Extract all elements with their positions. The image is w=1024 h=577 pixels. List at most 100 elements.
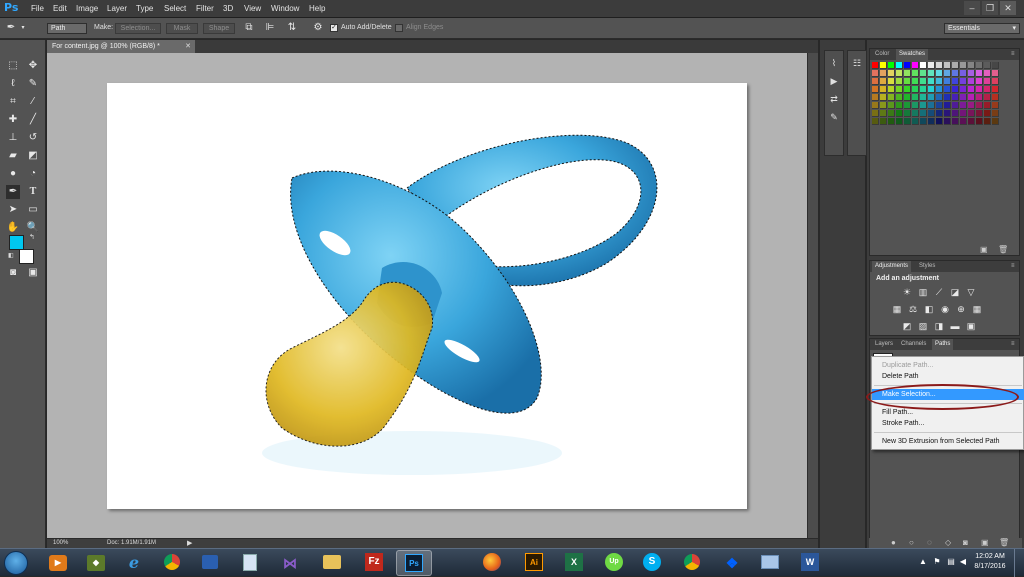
channel-mixer-icon[interactable]: ⊕ bbox=[956, 304, 966, 314]
black-white-icon[interactable]: ◧ bbox=[924, 304, 934, 314]
workspace-select[interactable]: Essentials ▾ bbox=[944, 23, 1020, 34]
swatch[interactable] bbox=[992, 78, 999, 85]
menu-view[interactable]: View bbox=[244, 4, 261, 13]
swatch[interactable] bbox=[984, 70, 991, 77]
close-icon[interactable]: ✕ bbox=[1000, 1, 1016, 15]
move-icon[interactable]: ✥ bbox=[26, 59, 40, 73]
dodge-icon[interactable]: ◔ bbox=[26, 167, 40, 181]
swatch[interactable] bbox=[976, 110, 983, 117]
swatch[interactable] bbox=[896, 102, 903, 109]
menu-image[interactable]: Image bbox=[76, 4, 98, 13]
swatch[interactable] bbox=[896, 62, 903, 69]
quick-select-icon[interactable]: ✎ bbox=[26, 77, 40, 91]
swatch[interactable] bbox=[960, 102, 967, 109]
media-player-icon[interactable]: ▶ bbox=[40, 550, 76, 576]
path-operations-icon[interactable]: ⧉ bbox=[243, 22, 255, 34]
swatch[interactable] bbox=[888, 62, 895, 69]
make-mask-button[interactable]: Mask bbox=[166, 23, 198, 34]
swatch[interactable] bbox=[896, 70, 903, 77]
swatch[interactable] bbox=[944, 110, 951, 117]
internet-explorer-icon[interactable]: e bbox=[116, 550, 152, 576]
brush-icon[interactable]: ╱ bbox=[26, 113, 40, 127]
swatch[interactable] bbox=[896, 78, 903, 85]
menu-window[interactable]: Window bbox=[271, 4, 299, 13]
sim-game-icon[interactable]: ◆ bbox=[78, 550, 114, 576]
swatch[interactable] bbox=[968, 62, 975, 69]
color-balance-icon[interactable]: ⚖ bbox=[908, 304, 918, 314]
menu-type[interactable]: Type bbox=[136, 4, 153, 13]
swatch[interactable] bbox=[968, 86, 975, 93]
file-explorer-icon[interactable] bbox=[314, 550, 350, 576]
swatch[interactable] bbox=[912, 86, 919, 93]
healing-icon[interactable]: ✚ bbox=[6, 113, 20, 127]
swatch[interactable] bbox=[904, 86, 911, 93]
swatch[interactable] bbox=[920, 118, 927, 125]
photoshop-taskbar-icon[interactable]: Ps bbox=[396, 550, 432, 576]
menu-duplicate-path[interactable]: Duplicate Path... bbox=[872, 360, 1024, 371]
swatch[interactable] bbox=[944, 118, 951, 125]
swatch[interactable] bbox=[984, 102, 991, 109]
swatch[interactable] bbox=[904, 78, 911, 85]
auto-add-delete-checkbox[interactable]: ✓ bbox=[330, 24, 338, 32]
blur-icon[interactable]: ● bbox=[6, 167, 20, 181]
menu-delete-path[interactable]: Delete Path bbox=[872, 371, 1024, 382]
swatch[interactable] bbox=[880, 110, 887, 117]
swatch[interactable] bbox=[968, 94, 975, 101]
swatch[interactable] bbox=[960, 62, 967, 69]
swatch[interactable] bbox=[984, 78, 991, 85]
stamp-icon[interactable]: ⊥ bbox=[6, 131, 20, 145]
swatch[interactable] bbox=[896, 86, 903, 93]
restore-icon[interactable]: ❐ bbox=[982, 1, 998, 15]
document-canvas[interactable] bbox=[107, 83, 747, 509]
swatch[interactable] bbox=[872, 70, 879, 77]
swatch[interactable] bbox=[888, 78, 895, 85]
crop-icon[interactable]: ⌗ bbox=[6, 95, 20, 109]
swatch[interactable] bbox=[872, 118, 879, 125]
menu-edit[interactable]: Edit bbox=[53, 4, 67, 13]
swatch[interactable] bbox=[928, 102, 935, 109]
swatch[interactable] bbox=[976, 86, 983, 93]
swatch[interactable] bbox=[920, 62, 927, 69]
default-colors-icon[interactable]: ◧ bbox=[8, 252, 16, 260]
load-selection-icon[interactable]: ◌ bbox=[927, 538, 932, 547]
swatch[interactable] bbox=[944, 94, 951, 101]
swatch[interactable] bbox=[944, 62, 951, 69]
invert-icon[interactable]: ◩ bbox=[902, 321, 912, 331]
hue-saturation-icon[interactable]: ▦ bbox=[892, 304, 902, 314]
swatch[interactable] bbox=[880, 94, 887, 101]
swatch[interactable] bbox=[920, 86, 927, 93]
make-shape-button[interactable]: Shape bbox=[203, 23, 235, 34]
swatch[interactable] bbox=[992, 94, 999, 101]
zoom-level[interactable]: 100% bbox=[53, 540, 68, 546]
trash-icon[interactable]: 🗑 bbox=[999, 538, 1009, 547]
illustrator-icon[interactable]: Ai bbox=[516, 550, 552, 576]
swatch[interactable] bbox=[912, 110, 919, 117]
menu-new-3d-extrusion[interactable]: New 3D Extrusion from Selected Path bbox=[872, 436, 1024, 447]
notepad-icon[interactable] bbox=[232, 550, 268, 576]
swatch[interactable] bbox=[992, 110, 999, 117]
swatch[interactable] bbox=[912, 94, 919, 101]
swatch[interactable] bbox=[872, 102, 879, 109]
network-icon[interactable]: ▤ bbox=[946, 557, 956, 567]
tab-color[interactable]: Color bbox=[872, 49, 892, 60]
volume-icon[interactable]: ◀ bbox=[958, 557, 968, 567]
panel-menu-icon[interactable]: ≡ bbox=[1008, 339, 1018, 350]
swatch[interactable] bbox=[960, 110, 967, 117]
swatch[interactable] bbox=[976, 94, 983, 101]
swatch[interactable] bbox=[952, 94, 959, 101]
swatch[interactable] bbox=[912, 102, 919, 109]
swatch[interactable] bbox=[936, 110, 943, 117]
swatch[interactable] bbox=[880, 62, 887, 69]
path-arrangement-icon[interactable]: ⇅ bbox=[286, 22, 298, 34]
swatch[interactable] bbox=[928, 110, 935, 117]
swatch[interactable] bbox=[952, 86, 959, 93]
swatch[interactable] bbox=[992, 62, 999, 69]
swatch[interactable] bbox=[936, 94, 943, 101]
stroke-path-icon[interactable]: ○ bbox=[909, 538, 914, 547]
show-desktop-button[interactable] bbox=[1014, 549, 1024, 577]
swatch[interactable] bbox=[896, 118, 903, 125]
tool-mode-select[interactable]: Path bbox=[47, 23, 87, 34]
swatch[interactable] bbox=[976, 78, 983, 85]
marquee-icon[interactable]: ⬚ bbox=[6, 59, 20, 73]
swatch[interactable] bbox=[912, 62, 919, 69]
